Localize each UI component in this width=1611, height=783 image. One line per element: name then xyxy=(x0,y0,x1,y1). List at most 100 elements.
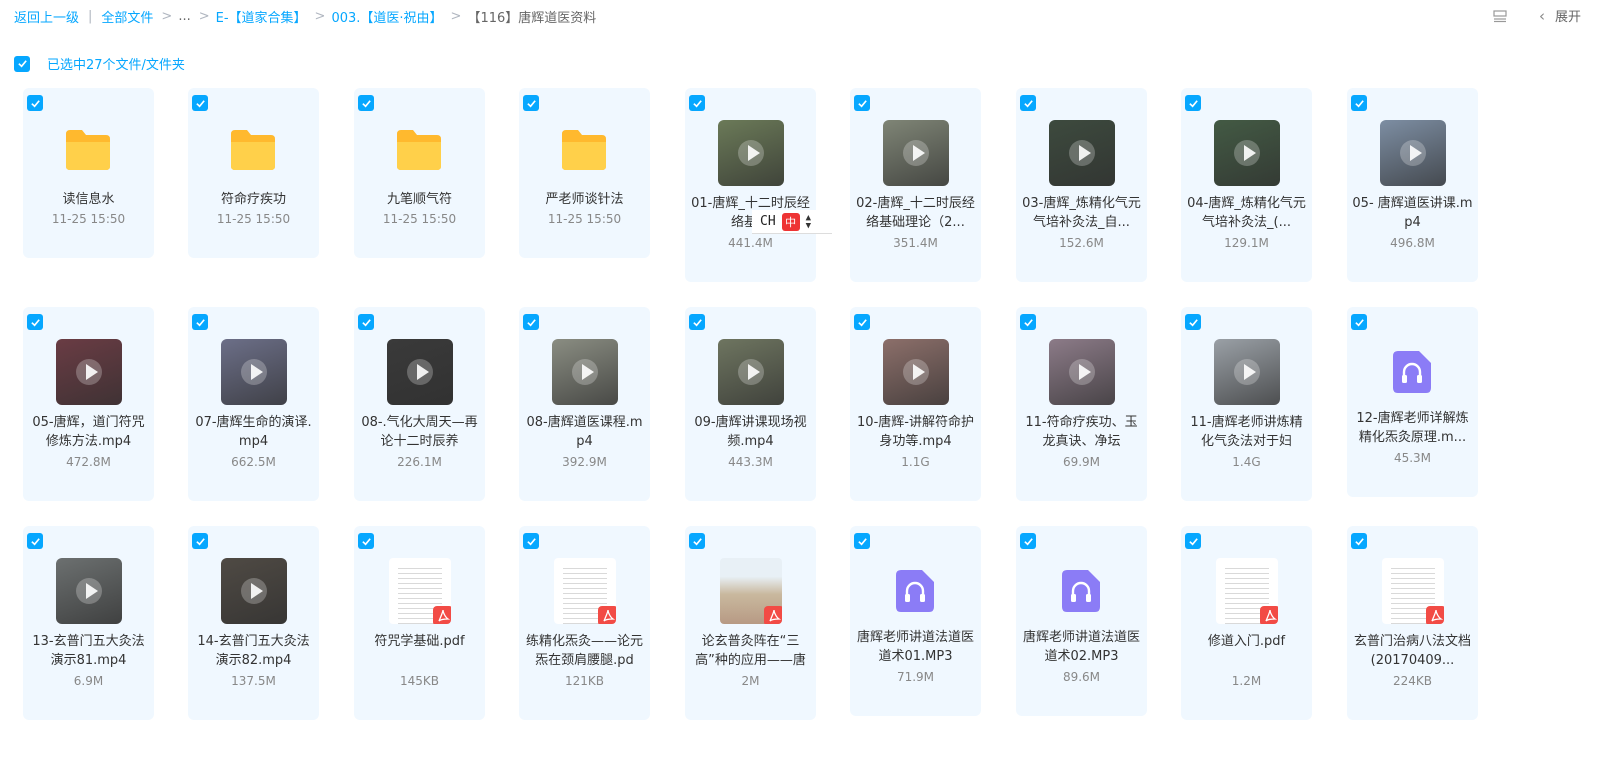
file-card-pdf[interactable]: 练精化炁灸——论元炁在颈肩腰腿.pd 121KB xyxy=(519,526,650,720)
list-view-icon[interactable] xyxy=(1493,9,1507,23)
play-icon xyxy=(1244,364,1256,380)
breadcrumb-ellipsis[interactable]: ... xyxy=(178,9,190,24)
file-card-audio[interactable]: 唐辉老师讲道法道医道术02.MP3 89.6M xyxy=(1016,526,1147,716)
chevron-left-icon[interactable]: ‹ xyxy=(1539,7,1545,25)
file-card-video[interactable]: 14-玄普门五大灸法演示82.mp4 137.5M xyxy=(188,526,319,720)
file-card-folder[interactable]: 符命疗疾功 11-25 15:50 xyxy=(188,88,319,258)
file-checkbox[interactable] xyxy=(358,95,374,111)
file-name[interactable]: 02-唐辉_十二时辰经络基础理论（2... xyxy=(854,194,977,232)
file-checkbox[interactable] xyxy=(27,95,43,111)
file-name[interactable]: 练精化炁灸——论元炁在颈肩腰腿.pd xyxy=(523,632,646,670)
file-name[interactable]: 玄普门治病八法文档(20170409... xyxy=(1351,632,1474,670)
file-name[interactable]: 九笔顺气符 xyxy=(358,190,481,209)
file-card-video[interactable]: 03-唐辉_炼精化气元气培补灸法_自... 152.6M xyxy=(1016,88,1147,282)
file-name[interactable]: 03-唐辉_炼精化气元气培补灸法_自... xyxy=(1020,194,1143,232)
file-checkbox[interactable] xyxy=(689,95,705,111)
file-checkbox[interactable] xyxy=(523,533,539,549)
file-name[interactable]: 唐辉老师讲道法道医道术02.MP3 xyxy=(1020,628,1143,666)
file-checkbox[interactable] xyxy=(192,533,208,549)
file-card-pdf[interactable]: 论玄普灸阵在“三高”种的应用——唐 2M xyxy=(685,526,816,720)
file-checkbox[interactable] xyxy=(192,95,208,111)
file-checkbox[interactable] xyxy=(854,95,870,111)
file-name[interactable]: 04-唐辉_炼精化气元气培补灸法_(... xyxy=(1185,194,1308,232)
file-checkbox[interactable] xyxy=(854,314,870,330)
file-name[interactable]: 论玄普灸阵在“三高”种的应用——唐 xyxy=(689,632,812,670)
file-card-video[interactable]: 08-.气化大周天—再论十二时辰养 226.1M xyxy=(354,307,485,501)
file-name[interactable]: 符咒学基础.pdf xyxy=(358,632,481,651)
file-checkbox[interactable] xyxy=(1185,533,1201,549)
file-name[interactable]: 08-.气化大周天—再论十二时辰养 xyxy=(358,413,481,451)
file-card-video[interactable]: 09-唐辉讲课现场视频.mp4 443.3M xyxy=(685,307,816,501)
file-checkbox[interactable] xyxy=(1020,533,1036,549)
back-link[interactable]: 返回上一级 xyxy=(14,7,79,26)
file-name[interactable]: 12-唐辉老师详解炼精化炁灸原理.m... xyxy=(1351,409,1474,447)
file-card-folder[interactable]: 严老师谈针法 11-25 15:50 xyxy=(519,88,650,258)
file-card-video[interactable]: 05- 唐辉道医讲课.mp4 496.8M xyxy=(1347,88,1478,282)
audio-file-icon xyxy=(1062,570,1100,612)
file-name[interactable]: 唐辉老师讲道法道医道术01.MP3 xyxy=(854,628,977,666)
file-checkbox[interactable] xyxy=(1020,95,1036,111)
file-card-video[interactable]: 07-唐辉生命的演译.mp4 662.5M xyxy=(188,307,319,501)
file-card-pdf[interactable]: 修道入门.pdf 1.2M xyxy=(1181,526,1312,720)
file-card-video[interactable]: 08-唐辉道医课程.mp4 392.9M xyxy=(519,307,650,501)
file-name[interactable]: 10-唐辉-讲解符命护身功等.mp4 xyxy=(854,413,977,451)
file-checkbox[interactable] xyxy=(358,533,374,549)
video-thumbnail xyxy=(221,339,287,405)
file-card-pdf[interactable]: 玄普门治病八法文档(20170409... 224KB xyxy=(1347,526,1478,720)
file-checkbox[interactable] xyxy=(1351,95,1367,111)
file-card-video[interactable]: 01-唐辉_十二时辰经络基础 441.4M xyxy=(685,88,816,282)
breadcrumb-all-files[interactable]: 全部文件 xyxy=(101,7,153,26)
file-checkbox[interactable] xyxy=(1351,314,1367,330)
audio-file-icon xyxy=(1393,351,1431,393)
file-checkbox[interactable] xyxy=(523,314,539,330)
file-name[interactable]: 修道入门.pdf xyxy=(1185,632,1308,651)
file-name[interactable]: 05- 唐辉道医讲课.mp4 xyxy=(1351,194,1474,232)
file-card-video[interactable]: 05-唐辉，道门符咒修炼方法.mp4 472.8M xyxy=(23,307,154,501)
pdf-icon xyxy=(1260,606,1278,624)
file-card-video[interactable]: 11-符命疗疾功、玉龙真诀、净坛 69.9M xyxy=(1016,307,1147,501)
file-card-folder[interactable]: 读信息水 11-25 15:50 xyxy=(23,88,154,258)
file-checkbox[interactable] xyxy=(27,533,43,549)
select-all-checkbox[interactable] xyxy=(14,55,30,72)
file-checkbox[interactable] xyxy=(523,95,539,111)
file-checkbox[interactable] xyxy=(689,314,705,330)
file-checkbox[interactable] xyxy=(358,314,374,330)
file-card-video[interactable]: 13-玄普门五大灸法演示81.mp4 6.9M xyxy=(23,526,154,720)
play-icon xyxy=(748,145,760,161)
file-card-video[interactable]: 02-唐辉_十二时辰经络基础理论（2... 351.4M xyxy=(850,88,981,282)
file-checkbox[interactable] xyxy=(689,533,705,549)
file-name[interactable]: 读信息水 xyxy=(27,190,150,209)
file-name[interactable]: 14-玄普门五大灸法演示82.mp4 xyxy=(192,632,315,670)
breadcrumb-item-003[interactable]: 003.【道医·祝由】 xyxy=(331,7,442,26)
breadcrumb-item-e[interactable]: E-【道家合集】 xyxy=(216,7,307,26)
file-card-video[interactable]: 04-唐辉_炼精化气元气培补灸法_(... 129.1M xyxy=(1181,88,1312,282)
file-name[interactable]: 符命疗疾功 xyxy=(192,190,315,209)
file-card-video[interactable]: 10-唐辉-讲解符命护身功等.mp4 1.1G xyxy=(850,307,981,501)
file-card-video[interactable]: 11-唐辉老师讲炼精化气灸法对于妇 1.4G xyxy=(1181,307,1312,501)
file-checkbox[interactable] xyxy=(1351,533,1367,549)
file-checkbox[interactable] xyxy=(192,314,208,330)
file-size: 1.2M xyxy=(1231,674,1262,688)
file-name[interactable]: 08-唐辉道医课程.mp4 xyxy=(523,413,646,451)
file-card-folder[interactable]: 九笔顺气符 11-25 15:50 xyxy=(354,88,485,258)
file-name[interactable]: 07-唐辉生命的演译.mp4 xyxy=(192,413,315,451)
file-size: 89.6M xyxy=(1062,670,1101,684)
pdf-thumbnail xyxy=(1382,558,1444,624)
file-checkbox[interactable] xyxy=(1020,314,1036,330)
file-checkbox[interactable] xyxy=(27,314,43,330)
file-name[interactable]: 05-唐辉，道门符咒修炼方法.mp4 xyxy=(27,413,150,451)
file-checkbox[interactable] xyxy=(1185,314,1201,330)
expand-button[interactable]: 展开 xyxy=(1555,6,1581,25)
file-name[interactable]: 11-符命疗疾功、玉龙真诀、净坛 xyxy=(1020,413,1143,451)
file-name[interactable]: 09-唐辉讲课现场视频.mp4 xyxy=(689,413,812,451)
file-name[interactable]: 11-唐辉老师讲炼精化气灸法对于妇 xyxy=(1185,413,1308,451)
selection-count-label: 已选中27个文件/文件夹 xyxy=(47,58,185,73)
file-checkbox[interactable] xyxy=(1185,95,1201,111)
file-card-audio[interactable]: 12-唐辉老师详解炼精化炁灸原理.m... 45.3M xyxy=(1347,307,1478,497)
file-date: 11-25 15:50 xyxy=(51,212,126,226)
file-card-pdf[interactable]: 符咒学基础.pdf 145KB xyxy=(354,526,485,720)
file-checkbox[interactable] xyxy=(854,533,870,549)
file-name[interactable]: 13-玄普门五大灸法演示81.mp4 xyxy=(27,632,150,670)
file-name[interactable]: 严老师谈针法 xyxy=(523,190,646,209)
file-card-audio[interactable]: 唐辉老师讲道法道医道术01.MP3 71.9M xyxy=(850,526,981,716)
